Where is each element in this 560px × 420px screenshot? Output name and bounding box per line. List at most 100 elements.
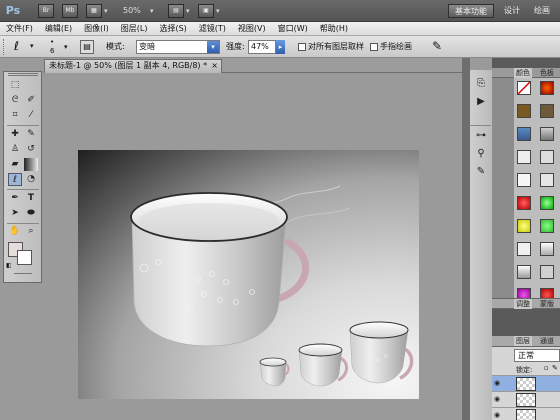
panel-dock-divider[interactable] — [462, 58, 470, 420]
screen-mode-icon[interactable]: ▣ — [198, 4, 214, 18]
pen-tool-icon[interactable]: ✒ — [8, 192, 22, 205]
crop-tool-icon[interactable]: ⌗ — [8, 109, 22, 122]
pressure-icon[interactable]: ✎ — [432, 39, 442, 53]
layer-row[interactable]: ◉ — [492, 375, 560, 391]
screen-mode-dropdown-icon[interactable]: ▾ — [216, 7, 220, 15]
swatch[interactable] — [540, 150, 554, 164]
brush-presets-icon[interactable]: ⊶ — [473, 128, 489, 143]
menu-image[interactable]: 图像(I) — [84, 22, 109, 35]
swatch[interactable] — [517, 173, 531, 187]
document-tab[interactable]: 未标题-1 @ 50% (图层 1 副本 4, RGB/8) * × — [44, 59, 222, 73]
document-canvas[interactable] — [78, 150, 419, 399]
sample-all-layers-checkbox[interactable] — [298, 43, 306, 51]
toolbox-grip[interactable] — [8, 73, 38, 76]
spot-healing-tool-icon[interactable]: ✚ — [8, 128, 22, 141]
marquee-tool-icon[interactable]: ⬚ — [8, 79, 22, 92]
finger-painting-checkbox[interactable] — [370, 43, 378, 51]
swatch[interactable] — [540, 173, 554, 187]
visibility-eye-icon[interactable]: ◉ — [494, 395, 500, 403]
swatch[interactable] — [540, 81, 554, 95]
hand-tool-icon[interactable]: ✋ — [8, 225, 22, 238]
arrange-documents-icon[interactable]: ▤ — [168, 4, 184, 18]
lasso-tool-icon[interactable]: ᘓ — [8, 94, 22, 107]
workspace-painting-button[interactable]: 绘画 — [528, 4, 556, 18]
brush-dot-icon[interactable]: • — [50, 38, 54, 46]
menu-edit[interactable]: 编辑(E) — [45, 22, 72, 35]
mini-bridge-icon[interactable]: Mb — [62, 4, 78, 18]
tool-presets-icon[interactable]: ✎ — [473, 164, 489, 179]
smudge-preset-icon[interactable]: ℓ — [14, 39, 19, 53]
options-grip[interactable] — [3, 39, 5, 55]
background-color-swatch[interactable] — [17, 250, 32, 265]
swatch[interactable] — [540, 242, 554, 256]
zoom-level[interactable]: 50% — [123, 6, 141, 15]
clone-stamp-tool-icon[interactable]: ♙ — [8, 143, 22, 156]
swatch[interactable] — [540, 127, 554, 141]
menu-help[interactable]: 帮助(H) — [320, 22, 348, 35]
blend-mode-select[interactable]: 正常 — [514, 349, 560, 362]
swatch[interactable] — [540, 219, 554, 233]
lock-transparency-icon[interactable]: ▫ — [544, 364, 549, 372]
masks-tab[interactable]: 蒙版 — [538, 299, 556, 309]
strength-input[interactable]: 47% — [248, 40, 276, 54]
bridge-icon[interactable]: Br — [38, 4, 54, 18]
mode-select[interactable]: 变暗 ▾ — [136, 40, 220, 54]
workspace-design-button[interactable]: 设计 — [498, 4, 526, 18]
swatch[interactable] — [517, 127, 531, 141]
eraser-tool-icon[interactable]: ▰ — [8, 158, 22, 171]
quick-select-tool-icon[interactable]: ✐ — [24, 94, 38, 107]
swatch[interactable] — [540, 104, 554, 118]
menu-filter[interactable]: 滤镜(T) — [199, 22, 226, 35]
workspace-basic-button[interactable]: 基本功能 — [448, 4, 494, 18]
close-tab-icon[interactable]: × — [211, 60, 218, 72]
history-brush-tool-icon[interactable]: ↺ — [24, 143, 38, 156]
history-panel-icon[interactable]: ⎘ — [473, 76, 489, 91]
swatches-tab[interactable]: 色板 — [538, 68, 556, 78]
visibility-eye-icon[interactable]: ◉ — [494, 411, 500, 419]
view-extras-icon[interactable]: ▦ — [86, 4, 102, 18]
brush-panel-icon[interactable]: ▤ — [80, 40, 94, 54]
swatch[interactable] — [540, 265, 554, 279]
menu-window[interactable]: 窗口(W) — [278, 22, 308, 35]
type-tool-icon[interactable]: T — [24, 192, 38, 205]
layer-row[interactable]: ◉ — [492, 407, 560, 420]
menu-select[interactable]: 选择(S) — [159, 22, 186, 35]
swatch[interactable] — [517, 196, 531, 210]
swatch[interactable] — [517, 265, 531, 279]
channels-tab[interactable]: 通道 — [538, 336, 556, 346]
arrange-dropdown-icon[interactable]: ▾ — [186, 7, 190, 15]
shape-tool-icon[interactable]: ⬬ — [24, 207, 38, 220]
menu-layer[interactable]: 图层(L) — [121, 22, 148, 35]
eyedropper-tool-icon[interactable]: ⁄ — [24, 109, 38, 122]
menu-file[interactable]: 文件(F) — [6, 22, 33, 35]
visibility-eye-icon[interactable]: ◉ — [494, 379, 500, 387]
quick-mask-icon[interactable] — [14, 273, 32, 274]
path-select-tool-icon[interactable]: ➤ — [8, 207, 22, 220]
adjustments-tab[interactable]: 调整 — [514, 299, 532, 309]
brush-tool-icon[interactable]: ✎ — [24, 128, 38, 141]
swatch-none[interactable] — [517, 81, 531, 95]
swatch[interactable] — [517, 150, 531, 164]
brush-size[interactable]: 6 — [50, 47, 54, 55]
swatch[interactable] — [517, 104, 531, 118]
dodge-tool-icon[interactable]: ◔ — [24, 173, 38, 186]
strength-slider-icon[interactable]: ▸ — [276, 40, 285, 54]
color-tab[interactable]: 颜色 — [514, 68, 532, 78]
gradient-tool-icon[interactable] — [24, 158, 38, 171]
smudge-tool-icon[interactable]: ℓ — [8, 173, 22, 186]
swatch[interactable] — [517, 219, 531, 233]
layer-row[interactable]: ◉ — [492, 391, 560, 407]
actions-panel-icon[interactable]: ▶ — [473, 94, 489, 109]
clone-source-icon[interactable]: ⚲ — [473, 146, 489, 161]
view-extras-dropdown-icon[interactable]: ▾ — [104, 7, 108, 15]
lock-pixels-icon[interactable]: ✎ — [552, 364, 558, 372]
default-colors-icon[interactable]: ◧ — [6, 262, 12, 269]
zoom-tool-icon[interactable]: ⌕ — [24, 225, 38, 238]
menu-view[interactable]: 视图(V) — [238, 22, 266, 35]
layers-tab[interactable]: 图层 — [514, 336, 532, 346]
swatch[interactable] — [540, 196, 554, 210]
swatch[interactable] — [517, 242, 531, 256]
zoom-dropdown-icon[interactable]: ▾ — [150, 7, 154, 15]
brush-picker-dropdown-icon[interactable]: ▾ — [64, 43, 68, 51]
preset-dropdown-icon[interactable]: ▾ — [30, 42, 34, 50]
